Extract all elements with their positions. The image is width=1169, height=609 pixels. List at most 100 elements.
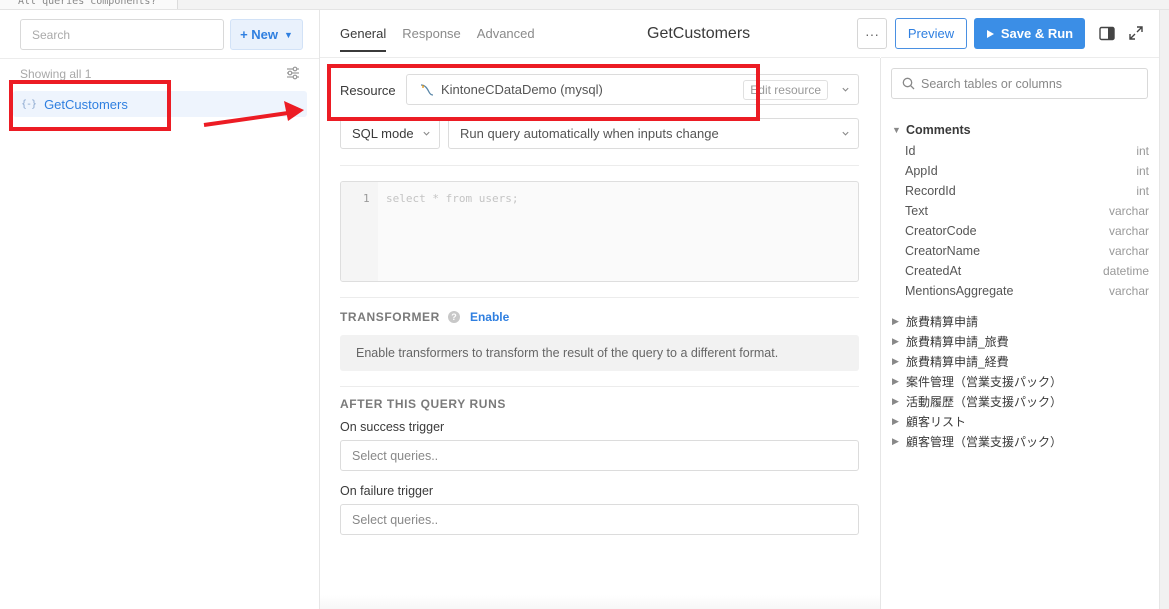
column-name: Id xyxy=(905,144,916,158)
sql-code-editor[interactable]: 1 select * from users; xyxy=(340,181,859,282)
run-behavior-value: Run query automatically when inputs chan… xyxy=(460,126,719,141)
query-search-input[interactable] xyxy=(20,19,224,50)
edit-resource-button[interactable]: Edit resource xyxy=(743,80,828,100)
caret-right-icon: ▶ xyxy=(892,336,899,346)
column-row[interactable]: MentionsAggregate varchar xyxy=(905,284,1149,298)
save-and-run-button[interactable]: Save & Run xyxy=(974,18,1085,49)
caret-down-icon: ▼ xyxy=(892,125,901,135)
column-type: varchar xyxy=(1108,244,1149,258)
query-title[interactable]: GetCustomers xyxy=(647,25,750,43)
resource-select[interactable]: KintoneCDataDemo (mysql) Edit resource xyxy=(406,74,859,105)
editor-gutter xyxy=(341,182,378,281)
column-name: RecordId xyxy=(905,184,956,198)
schema-table-collapsed[interactable]: ▶ 旅費精算申請_経費 xyxy=(892,353,1009,370)
failure-trigger-input[interactable] xyxy=(340,504,859,535)
search-icon xyxy=(902,77,915,90)
new-query-button[interactable]: + New ▼ xyxy=(230,19,303,50)
query-list-panel: + New ▼ Showing all 1 {-} GetCustomers xyxy=(0,10,320,609)
column-row[interactable]: CreatorCode varchar xyxy=(905,224,1149,238)
column-name: CreatorCode xyxy=(905,224,977,238)
column-row[interactable]: CreatedAt datetime xyxy=(905,264,1149,278)
divider xyxy=(0,58,319,59)
code-placeholder: select * from users; xyxy=(386,192,519,205)
failure-trigger-label: On failure trigger xyxy=(340,484,434,498)
tab-response[interactable]: Response xyxy=(402,26,461,52)
scrollbar[interactable] xyxy=(1159,10,1169,609)
chevron-down-icon xyxy=(842,131,849,136)
column-name: CreatorName xyxy=(905,244,981,258)
column-row[interactable]: CreatorName varchar xyxy=(905,244,1149,258)
enable-transformer-link[interactable]: Enable xyxy=(470,310,509,324)
table-name: 顧客リスト xyxy=(906,415,967,429)
schema-table-collapsed[interactable]: ▶ 顧客管理（営業支援パック） xyxy=(892,433,1062,450)
transformer-header: TRANSFORMER ? Enable xyxy=(340,310,509,324)
browser-tab[interactable]: All queries components? xyxy=(0,0,178,9)
column-name: Text xyxy=(905,204,928,218)
expand-icon[interactable] xyxy=(1129,26,1143,40)
run-behavior-select[interactable]: Run query automatically when inputs chan… xyxy=(448,118,859,149)
schema-table-collapsed[interactable]: ▶ 活動履歴（営業支援パック） xyxy=(892,393,1062,410)
caret-right-icon: ▶ xyxy=(892,396,899,406)
success-trigger-label: On success trigger xyxy=(340,420,445,434)
query-icon: {-} xyxy=(21,98,37,110)
column-row[interactable]: RecordId int xyxy=(905,184,1149,198)
table-name: 顧客管理（営業支援パック） xyxy=(906,435,1063,449)
divider xyxy=(340,386,859,387)
column-type: int xyxy=(1136,184,1149,198)
column-row[interactable]: Text varchar xyxy=(905,204,1149,218)
column-type: varchar xyxy=(1108,204,1149,218)
toggle-panel-icon[interactable] xyxy=(1099,26,1115,41)
schema-table-collapsed[interactable]: ▶ 旅費精算申請_旅費 xyxy=(892,333,1009,350)
line-number: 1 xyxy=(363,192,370,205)
save-run-label: Save & Run xyxy=(1000,26,1074,41)
column-name: AppId xyxy=(905,164,938,178)
tab-general[interactable]: General xyxy=(340,26,387,52)
schema-table-collapsed[interactable]: ▶ 案件管理（営業支援パック） xyxy=(892,373,1062,390)
help-icon[interactable]: ? xyxy=(447,311,460,323)
column-row[interactable]: AppId int xyxy=(905,164,1149,178)
schema-search-box[interactable] xyxy=(891,68,1148,99)
tab-advanced[interactable]: Advanced xyxy=(477,26,535,52)
transformer-title: TRANSFORMER xyxy=(340,310,440,324)
table-name: 旅費精算申請_旅費 xyxy=(906,335,1009,349)
chevron-down-icon xyxy=(842,87,849,92)
resource-value: KintoneCDataDemo (mysql) xyxy=(441,82,603,97)
caret-right-icon: ▶ xyxy=(892,376,899,386)
preview-button[interactable]: Preview xyxy=(895,18,967,49)
query-editor-panel: General Response Advanced GetCustomers R… xyxy=(320,10,880,609)
sql-mode-select[interactable]: SQL mode xyxy=(340,118,440,149)
query-list-item[interactable]: {-} GetCustomers xyxy=(13,91,307,117)
column-row[interactable]: Id int xyxy=(905,144,1149,158)
new-button-label: + New xyxy=(240,27,278,42)
schema-table-collapsed[interactable]: ▶ 旅費精算申請 xyxy=(892,313,978,330)
column-type: int xyxy=(1136,164,1149,178)
column-type: int xyxy=(1136,144,1149,158)
chevron-down-icon: ▼ xyxy=(284,29,293,40)
sql-mode-value: SQL mode xyxy=(352,126,414,141)
panel-footer-fade xyxy=(320,595,880,609)
success-trigger-input[interactable] xyxy=(340,440,859,471)
after-query-title: AFTER THIS QUERY RUNS xyxy=(340,397,506,411)
schema-table-collapsed[interactable]: ▶ 顧客リスト xyxy=(892,413,966,430)
caret-right-icon: ▶ xyxy=(892,416,899,426)
table-name: 案件管理（営業支援パック） xyxy=(906,375,1063,389)
editor-tabs: General Response Advanced xyxy=(340,26,551,52)
browser-tab-strip: All queries components? xyxy=(0,0,1169,10)
column-name: CreatedAt xyxy=(905,264,962,278)
play-icon xyxy=(986,29,994,38)
divider xyxy=(340,297,859,298)
table-name: 活動履歴（営業支援パック） xyxy=(906,395,1063,409)
column-type: datetime xyxy=(1102,264,1149,278)
column-name: MentionsAggregate xyxy=(905,284,1014,298)
column-type: varchar xyxy=(1108,284,1149,298)
filter-settings-icon[interactable] xyxy=(286,66,300,80)
table-name: Comments xyxy=(906,123,971,137)
schema-search-input[interactable] xyxy=(921,76,1141,91)
resource-label: Resource xyxy=(340,83,396,98)
caret-right-icon: ▶ xyxy=(892,436,899,446)
caret-right-icon: ▶ xyxy=(892,316,899,326)
transformer-info: Enable transformers to transform the res… xyxy=(340,335,859,371)
more-options-button[interactable]: ··· xyxy=(857,18,887,49)
divider xyxy=(320,57,880,58)
schema-table-expanded[interactable]: ▼ Comments xyxy=(892,123,971,137)
